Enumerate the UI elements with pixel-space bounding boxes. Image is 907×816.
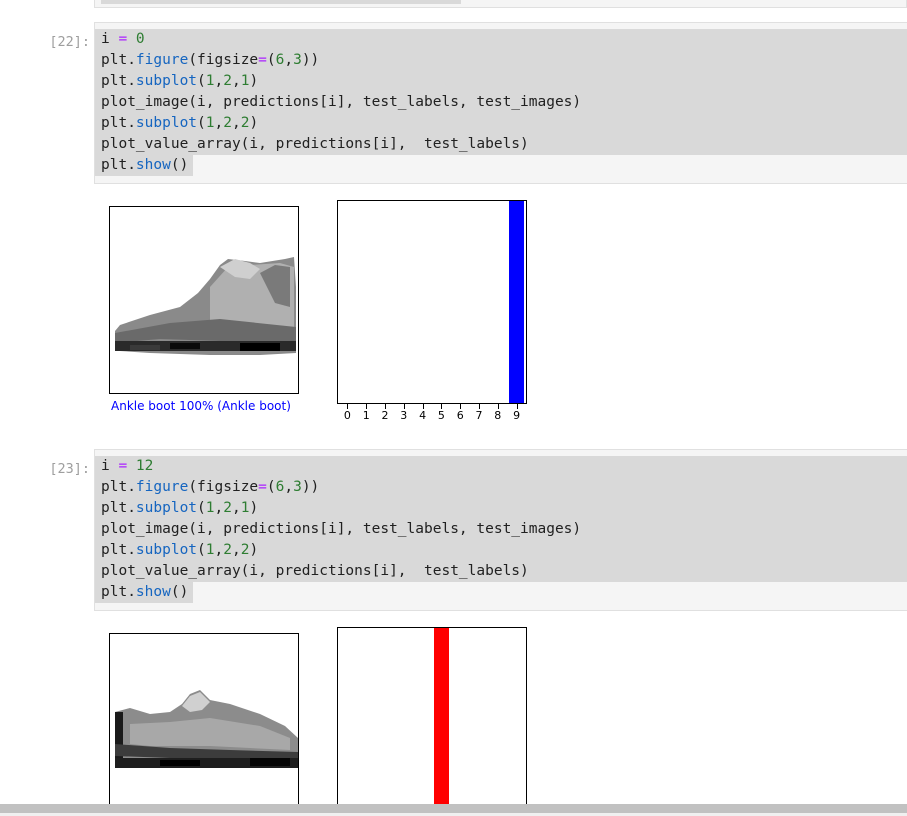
fashion-image-panel bbox=[109, 206, 299, 394]
value-array-plot bbox=[337, 627, 527, 816]
cell-output bbox=[94, 625, 907, 816]
code-line-3[interactable]: plt.subplot(1,2,1) bbox=[95, 498, 907, 519]
ankle-boot-image bbox=[115, 257, 296, 355]
previous-cell-bottom[interactable] bbox=[94, 0, 907, 8]
cell-input[interactable]: i = 12 plt.figure(figsize=(6,3)) plt.sub… bbox=[94, 449, 907, 611]
code-line-4[interactable]: plot_image(i, predictions[i], test_label… bbox=[95, 92, 907, 113]
x-tick-label-1: 1 bbox=[362, 409, 370, 422]
scrollbar-thumb[interactable] bbox=[0, 804, 907, 813]
x-tick-label-7: 7 bbox=[475, 409, 483, 422]
x-axis-ticks: 0123456789 bbox=[337, 404, 527, 424]
cell-prompt: [23]: bbox=[49, 461, 90, 477]
x-tick-label-6: 6 bbox=[456, 409, 464, 422]
x-tick-label-3: 3 bbox=[400, 409, 408, 422]
cell-output: Ankle boot 100% (Ankle boot) 0123456789 bbox=[94, 198, 907, 430]
x-tick-label-4: 4 bbox=[419, 409, 427, 422]
code-line-1[interactable]: i = 0 bbox=[95, 29, 907, 50]
previous-cell-code-fragment bbox=[101, 0, 461, 4]
code-line-5[interactable]: plt.subplot(1,2,2) bbox=[95, 540, 907, 561]
prediction-bar-class-5 bbox=[433, 628, 449, 816]
x-tick-label-5: 5 bbox=[437, 409, 445, 422]
code-line-6[interactable]: plot_value_array(i, predictions[i], test… bbox=[95, 134, 907, 155]
x-tick-label-2: 2 bbox=[381, 409, 389, 422]
code-line-5[interactable]: plt.subplot(1,2,2) bbox=[95, 113, 907, 134]
prediction-bar-class-9 bbox=[509, 201, 525, 403]
code-line-2[interactable]: plt.figure(figsize=(6,3)) bbox=[95, 50, 907, 71]
cell-prompt: [22]: bbox=[49, 34, 90, 50]
code-line-1[interactable]: i = 12 bbox=[95, 456, 907, 477]
prediction-caption: Ankle boot 100% (Ankle boot) bbox=[111, 399, 291, 413]
code-line-4[interactable]: plot_image(i, predictions[i], test_label… bbox=[95, 519, 907, 540]
sneaker-image bbox=[115, 690, 298, 768]
notebook-page: [22]: i = 0 plt.figure(figsize=(6,3)) pl… bbox=[0, 0, 907, 816]
code-line-6[interactable]: plot_value_array(i, predictions[i], test… bbox=[95, 561, 907, 582]
value-array-plot bbox=[337, 200, 527, 404]
x-tick-label-8: 8 bbox=[494, 409, 502, 422]
code-line-7[interactable]: plt.show() bbox=[95, 155, 193, 176]
code-line-2[interactable]: plt.figure(figsize=(6,3)) bbox=[95, 477, 907, 498]
x-tick-label-9: 9 bbox=[513, 409, 521, 422]
cell-input[interactable]: i = 0 plt.figure(figsize=(6,3)) plt.subp… bbox=[94, 22, 907, 184]
fashion-image-panel bbox=[109, 633, 299, 816]
horizontal-scrollbar[interactable] bbox=[0, 804, 907, 816]
code-line-3[interactable]: plt.subplot(1,2,1) bbox=[95, 71, 907, 92]
x-tick-label-0: 0 bbox=[343, 409, 351, 422]
code-line-7[interactable]: plt.show() bbox=[95, 582, 193, 603]
